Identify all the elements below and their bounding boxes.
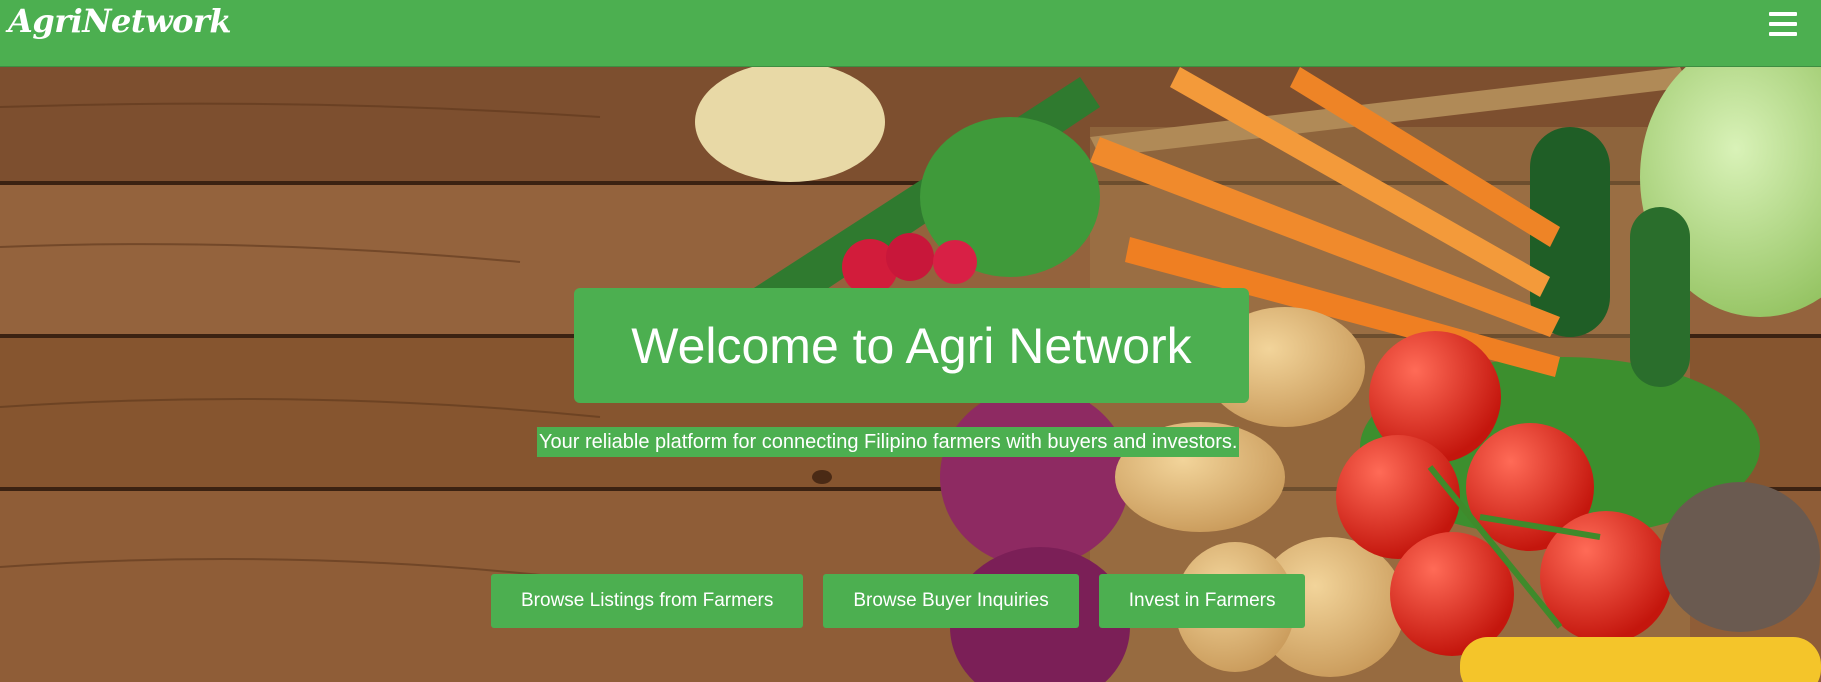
menu-bar [1769,32,1797,36]
browse-buyer-inquiries-button[interactable]: Browse Buyer Inquiries [823,574,1079,628]
invest-in-farmers-button[interactable]: Invest in Farmers [1098,574,1306,628]
top-navbar: AgriNetwork [0,0,1821,67]
hamburger-menu-icon[interactable] [1769,12,1797,36]
hero-title: Welcome to Agri Network [574,288,1249,403]
brand-logo[interactable]: AgriNetwork [8,2,232,40]
menu-bar [1769,12,1797,16]
hero-subtitle: Your reliable platform for connecting Fi… [537,427,1240,457]
menu-bar [1769,22,1797,26]
browse-farmer-listings-button[interactable]: Browse Listings from Farmers [491,574,804,628]
hero-section: Welcome to Agri Network Your reliable pl… [0,67,1821,682]
hero-actions: Browse Listings from Farmers Browse Buye… [491,574,1306,628]
